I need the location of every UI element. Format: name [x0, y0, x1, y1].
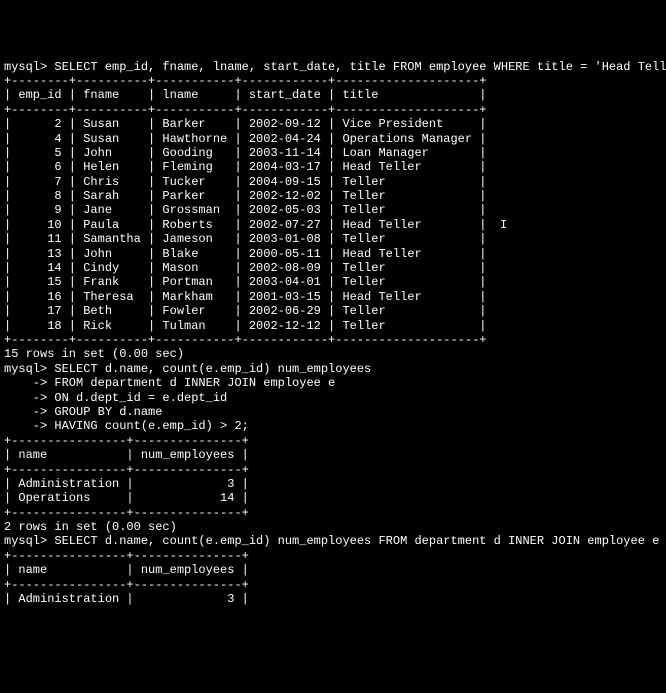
result-footer: 2 rows in set (0.00 sec)	[4, 520, 662, 534]
table-row: | 6 | Helen | Fleming | 2004-03-17 | Hea…	[4, 160, 662, 174]
table-row: | Administration | 3 |	[4, 592, 662, 606]
table-row: | 11 | Samantha | Jameson | 2003-01-08 |…	[4, 232, 662, 246]
table-row: | 2 | Susan | Barker | 2002-09-12 | Vice…	[4, 117, 662, 131]
table-row: | 16 | Theresa | Markham | 2001-03-15 | …	[4, 290, 662, 304]
table-border: +--------+----------+-----------+-------…	[4, 103, 662, 117]
sql-query-line: mysql> SELECT d.name, count(e.emp_id) nu…	[4, 534, 662, 548]
table-border: +--------+----------+-----------+-------…	[4, 333, 662, 347]
table-row: | 9 | Jane | Grossman | 2002-05-03 | Tel…	[4, 203, 662, 217]
table-row: | 7 | Chris | Tucker | 2004-09-15 | Tell…	[4, 175, 662, 189]
table-row: | Administration | 3 |	[4, 477, 662, 491]
table-row: | 14 | Cindy | Mason | 2002-08-09 | Tell…	[4, 261, 662, 275]
result-footer: 15 rows in set (0.00 sec)	[4, 347, 662, 361]
table-row: | 10 | Paula | Roberts | 2002-07-27 | He…	[4, 218, 662, 232]
table-border: +----------------+---------------+	[4, 578, 662, 592]
table-row: | 8 | Sarah | Parker | 2002-12-02 | Tell…	[4, 189, 662, 203]
table-border: +----------------+---------------+	[4, 549, 662, 563]
table-row: | Operations | 14 |	[4, 491, 662, 505]
sql-query-line: mysql> SELECT emp_id, fname, lname, star…	[4, 60, 662, 74]
table-row: | 17 | Beth | Fowler | 2002-06-29 | Tell…	[4, 304, 662, 318]
sql-continuation-line: -> FROM department d INNER JOIN employee…	[4, 376, 662, 390]
table-row: | 5 | John | Gooding | 2003-11-14 | Loan…	[4, 146, 662, 160]
table-border: +----------------+---------------+	[4, 506, 662, 520]
table-header: | emp_id | fname | lname | start_date | …	[4, 88, 662, 102]
table-row: | 15 | Frank | Portman | 2003-04-01 | Te…	[4, 275, 662, 289]
table-row: | 18 | Rick | Tulman | 2002-12-12 | Tell…	[4, 319, 662, 333]
table-border: +--------+----------+-----------+-------…	[4, 74, 662, 88]
terminal-output[interactable]: mysql> SELECT emp_id, fname, lname, star…	[4, 60, 662, 607]
table-row: | 13 | John | Blake | 2000-05-11 | Head …	[4, 247, 662, 261]
sql-continuation-line: -> GROUP BY d.name	[4, 405, 662, 419]
table-header: | name | num_employees |	[4, 563, 662, 577]
sql-continuation-line: -> ON d.dept_id = e.dept_id	[4, 391, 662, 405]
table-header: | name | num_employees |	[4, 448, 662, 462]
table-border: +----------------+---------------+	[4, 434, 662, 448]
text-cursor: I	[500, 218, 507, 232]
table-row: | 4 | Susan | Hawthorne | 2002-04-24 | O…	[4, 132, 662, 146]
sql-query-line: mysql> SELECT d.name, count(e.emp_id) nu…	[4, 362, 662, 376]
sql-continuation-line: -> HAVING count(e.emp_id) > 2;	[4, 419, 662, 433]
table-border: +----------------+---------------+	[4, 463, 662, 477]
